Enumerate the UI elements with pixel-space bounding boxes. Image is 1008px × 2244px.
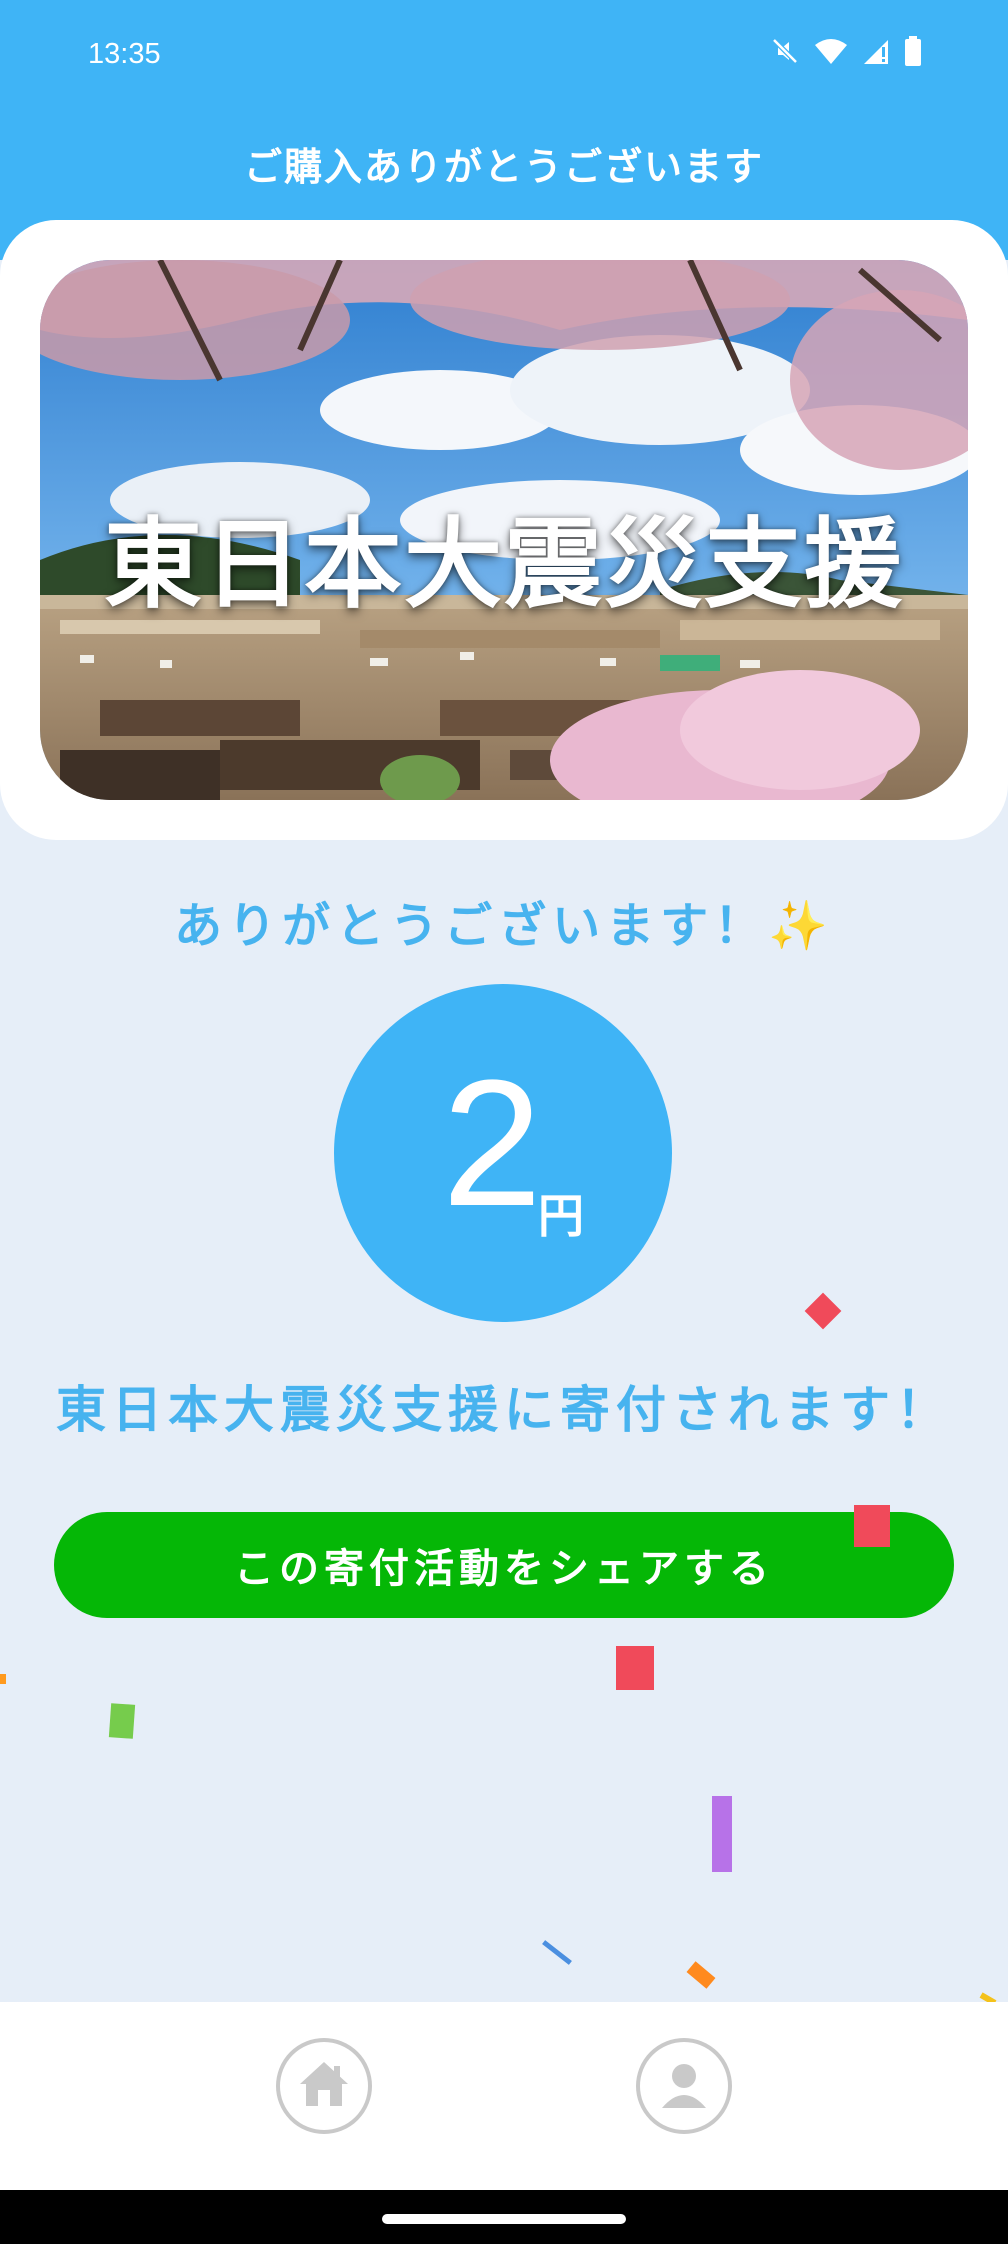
thanks-message: ありがとうございます！✨ [0, 886, 1008, 956]
confetti-piece [542, 1940, 572, 1965]
confetti-piece [854, 1505, 890, 1547]
thanks-text: ありがとうございます！ [174, 898, 769, 954]
profile-icon [654, 2054, 714, 2118]
share-button[interactable]: この寄付活動をシェアする [54, 1512, 954, 1618]
mute-icon [770, 36, 800, 66]
system-navigation-bar [0, 2190, 1008, 2244]
hero-card: 東日本大震災支援 [0, 220, 1008, 840]
status-icons [770, 36, 922, 66]
sparkle-icon: ✨ [768, 898, 834, 954]
amount-value: 2 [442, 1043, 543, 1244]
wifi-icon [814, 37, 848, 65]
home-icon [296, 2058, 352, 2114]
confetti-piece [616, 1646, 654, 1690]
amount-unit: 円 [538, 1189, 584, 1243]
status-time: 13:35 [88, 38, 161, 70]
battery-icon [904, 36, 922, 66]
page-title: ご購入ありがとうございます [243, 145, 764, 189]
donation-amount-badge: 2 円 [334, 984, 672, 1322]
confetti-piece [712, 1796, 732, 1872]
hero-caption: 東日本大震災支援 [103, 508, 904, 622]
confetti-piece [108, 1703, 136, 1739]
confetti-piece [0, 1674, 6, 1684]
donation-message: 東日本大震災支援に寄付されます！ [56, 1381, 952, 1439]
bottom-nav [0, 2002, 1008, 2190]
confetti-piece [804, 1292, 842, 1330]
profile-button[interactable] [636, 2038, 732, 2134]
signal-icon [862, 37, 890, 65]
hero-image: 東日本大震災支援 [40, 260, 968, 800]
confetti-piece [686, 1961, 716, 1989]
home-gesture-handle[interactable] [382, 2214, 626, 2224]
home-button[interactable] [276, 2038, 372, 2134]
